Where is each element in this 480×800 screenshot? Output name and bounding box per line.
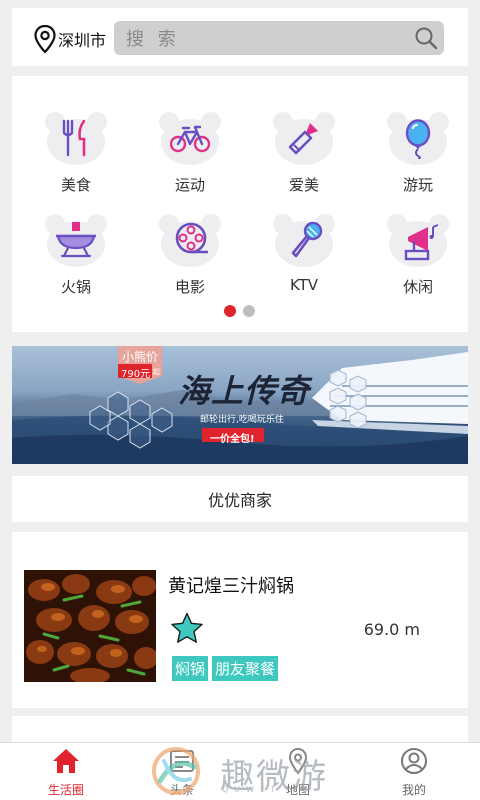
search-input[interactable]: 搜 索	[114, 21, 444, 55]
carousel-dot-active[interactable]	[224, 305, 236, 317]
star-rating-icon	[171, 612, 203, 643]
merchant-name[interactable]: 黄记煌三汁焖锅	[168, 572, 294, 598]
header-bar: 深圳市 搜 索	[12, 8, 468, 66]
balloon-icon	[405, 119, 431, 159]
category-label: 休闲	[402, 278, 433, 296]
category-food[interactable]: 美食	[26, 110, 126, 195]
category-ktv[interactable]: KTV	[254, 212, 354, 294]
category-hotpot[interactable]: 火锅	[26, 212, 126, 297]
tag-badge: 焖锅	[172, 656, 209, 681]
category-grid: 美食 运动 爱美 游玩 火锅 电影 KTV 休闲	[12, 76, 468, 332]
category-leisure[interactable]: 休闲	[368, 212, 468, 297]
user-icon	[401, 748, 427, 774]
section-title: 优优商家	[207, 491, 272, 510]
location-selector[interactable]: 深圳市	[34, 25, 106, 53]
carousel-indicator	[224, 305, 255, 317]
search-icon[interactable]	[414, 26, 438, 50]
category-beauty[interactable]: 爱美	[254, 110, 354, 195]
merchant-distance: 69.0 m	[363, 620, 420, 639]
badge-price: 790元	[121, 369, 151, 380]
badge-suffix: 起	[153, 368, 160, 376]
food-photo	[24, 570, 156, 682]
category-label: 运动	[174, 176, 205, 194]
lipstick-icon	[288, 123, 318, 155]
category-label: 爱美	[288, 176, 319, 194]
gramophone-icon	[404, 224, 439, 261]
microphone-icon	[291, 221, 323, 258]
home-icon	[53, 749, 79, 773]
tab-life-circle[interactable]: 生活圈	[18, 743, 114, 800]
hotpot-icon	[56, 222, 96, 258]
tag-badge: 朋友聚餐	[212, 656, 279, 681]
badge-title: 小熊价	[122, 350, 159, 364]
merchant-tags: 焖锅 朋友聚餐	[172, 656, 279, 681]
carousel-dot[interactable]	[243, 305, 255, 317]
search-placeholder: 搜 索	[126, 29, 180, 50]
banner-headline: 海上传奇	[178, 372, 311, 410]
section-header: 优优商家	[12, 476, 468, 522]
city-label: 深圳市	[58, 31, 107, 50]
category-label: 美食	[60, 176, 91, 194]
category-label: 火锅	[60, 278, 91, 296]
watermark-subtext: QUWEI	[222, 785, 280, 794]
tab-label: 我的	[401, 783, 426, 797]
merchant-thumbnail[interactable]	[24, 570, 156, 682]
category-play[interactable]: 游玩	[368, 110, 468, 195]
film-reel-icon	[175, 222, 208, 254]
tab-profile[interactable]: 我的	[366, 743, 462, 800]
watermark-emblem-icon	[152, 747, 200, 795]
banner-subtitle: 邮轮出行,吃喝玩乐住	[200, 415, 284, 425]
promo-banner[interactable]: 小熊价 790元 起 海上传奇 邮轮出行,吃喝玩乐住 一价全包!	[12, 346, 468, 464]
location-pin-icon	[34, 25, 56, 53]
category-label: KTV	[289, 276, 319, 294]
category-label: 游玩	[402, 176, 433, 194]
banner-deal: 一价全包!	[210, 434, 255, 445]
category-sports[interactable]: 运动	[140, 110, 240, 195]
merchant-list-item[interactable]: 黄记煌三汁焖锅 69.0 m 焖锅 朋友聚餐	[12, 532, 468, 708]
fork-knife-icon	[62, 119, 86, 157]
bicycle-icon	[170, 125, 210, 153]
tab-label: 生活圈	[47, 783, 84, 797]
category-label: 电影	[174, 278, 205, 296]
watermark-logo: 趣微游 QUWEI	[150, 745, 340, 797]
category-movie[interactable]: 电影	[140, 212, 240, 297]
